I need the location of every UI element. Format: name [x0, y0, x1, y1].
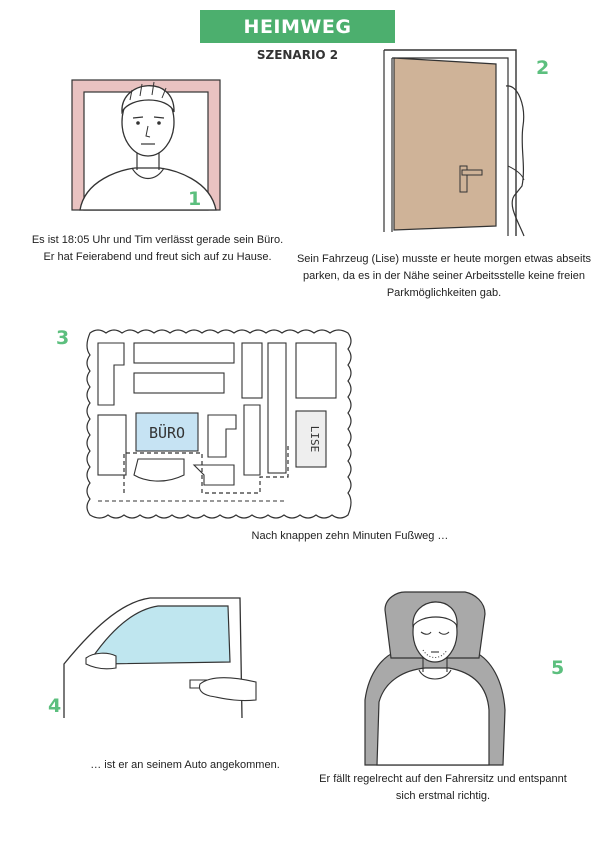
- panel-4-number: 4: [48, 695, 62, 717]
- panel-2-number: 2: [536, 57, 550, 79]
- map-car-label: LISE: [308, 426, 321, 453]
- title-banner: HEIMWEG: [200, 10, 395, 43]
- panel-3-caption: Nach knappen zehn Minuten Fußweg …: [251, 530, 449, 542]
- man-in-seat-illustration: [364, 591, 506, 766]
- car-door-illustration: [63, 597, 257, 719]
- panel-1-caption: Es ist 18:05 Uhr und Tim verlässt gerade…: [31, 234, 284, 263]
- panel-1-number: 1: [188, 188, 202, 210]
- panel-3-number: 3: [56, 327, 70, 349]
- man-at-desk-illustration: [71, 79, 221, 211]
- panel-5-number: 5: [551, 657, 565, 679]
- panel-5-caption: Er fällt regelrecht auf den Fahrersitz u…: [319, 773, 567, 802]
- panel-4-caption: … ist er an seinem Auto angekommen.: [90, 759, 280, 771]
- page-title: HEIMWEG: [243, 15, 352, 38]
- panel-2-caption: Sein Fahrzeug (Lise) musste er heute mor…: [296, 253, 592, 299]
- map-illustration: BÜRO LISE: [86, 329, 352, 519]
- door-illustration: [383, 49, 525, 237]
- map-office-label: BÜRO: [149, 423, 185, 442]
